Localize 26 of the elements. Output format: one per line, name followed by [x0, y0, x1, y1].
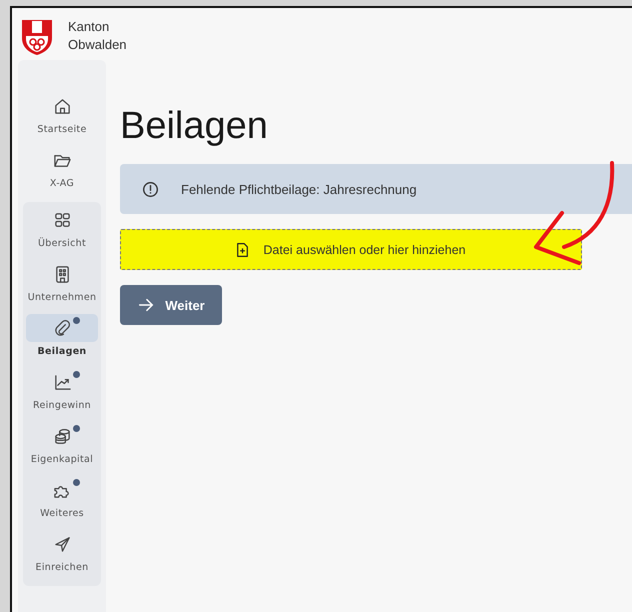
nav-label[interactable]: Reingewinn [32, 400, 91, 411]
paperclip-icon [52, 318, 72, 338]
next-button[interactable]: Weiter [120, 285, 222, 325]
alert-icon [142, 180, 159, 198]
nav-label[interactable]: Startseite [37, 124, 87, 135]
arrow-right-icon [137, 296, 156, 314]
nav-label[interactable]: Unternehmen [28, 292, 96, 303]
nav-label[interactable]: X-AG [50, 178, 74, 189]
file-add-icon [236, 242, 250, 258]
brand-name: Obwalden [68, 36, 127, 54]
coat-of-arms-icon [20, 18, 54, 56]
file-dropzone[interactable]: Datei auswählen oder hier hinziehen [120, 229, 582, 270]
nav-label[interactable]: Übersicht [38, 238, 86, 249]
page-title: Beilagen [120, 104, 269, 148]
home-icon [52, 96, 72, 116]
nav-button[interactable] [26, 314, 98, 342]
nav-label[interactable]: Eigenkapital [30, 454, 94, 465]
coins-icon [52, 426, 72, 446]
brand-name: Kanton [68, 18, 110, 36]
chart-icon [52, 372, 72, 392]
send-icon [52, 534, 72, 554]
nav-label[interactable]: Weiteres [40, 508, 84, 519]
nav-label[interactable]: Beilagen [37, 346, 86, 357]
grid-icon [52, 210, 72, 230]
nav-label[interactable]: Einreichen [36, 562, 88, 573]
alert-text: Fehlende Pflichtbeilage: Jahresrechnung [181, 182, 417, 196]
